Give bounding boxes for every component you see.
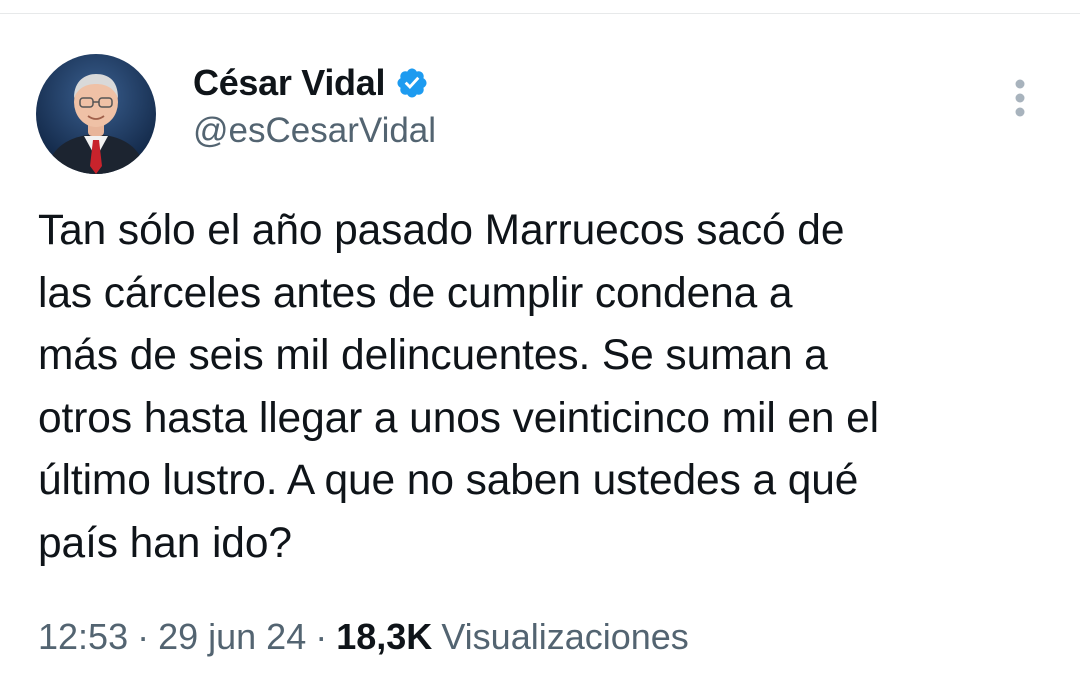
tweet-time[interactable]: 12:53 <box>38 616 128 658</box>
tweet-text: Tan sólo el año pasado Marruecos sacó de… <box>38 200 1048 575</box>
more-vertical-icon[interactable] <box>1004 76 1036 124</box>
tweet-text-line: país han ido? <box>38 519 292 567</box>
tweet-date[interactable]: 29 jun 24 <box>158 616 306 658</box>
tweet-text-line: más de seis mil delincuentes. Se suman a <box>38 332 828 379</box>
views-count[interactable]: 18,3K <box>336 616 432 658</box>
tweet-text-line: Tan sólo el año pasado Marruecos sacó de <box>38 207 845 254</box>
avatar[interactable] <box>36 54 156 174</box>
tweet-text-line: las cárceles antes de cumplir condena a <box>38 269 793 317</box>
display-name[interactable]: César Vidal <box>193 62 385 104</box>
tweet-text-line: otros hasta llegar a unos veinticinco mi… <box>38 394 880 442</box>
views-label[interactable]: Visualizaciones <box>441 616 688 658</box>
avatar-image <box>36 54 156 174</box>
tweet-text-line: último lustro. A que no saben ustedes a … <box>38 457 859 504</box>
top-divider <box>0 13 1080 14</box>
verified-badge-icon[interactable] <box>395 66 429 100</box>
handle[interactable]: @esCesarVidal <box>193 111 436 151</box>
name-row: César Vidal <box>193 60 436 106</box>
author-block: César Vidal @esCesarVidal <box>193 60 436 151</box>
meta-separator: · <box>137 616 150 657</box>
tweet-meta: 12:53 · 29 jun 24 · 18,3K Visualizacione… <box>38 616 689 658</box>
meta-separator: · <box>315 616 328 657</box>
